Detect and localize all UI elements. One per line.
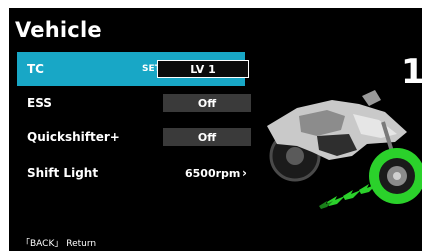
vehicle-settings-screen: Vehicle TC SET LV 1 ESS Off Quickshifter… <box>9 8 422 251</box>
quickshifter-value[interactable]: Off <box>163 128 251 146</box>
ess-value[interactable]: Off <box>163 94 251 112</box>
shift-light-value: 6500rpm <box>185 166 241 180</box>
chevron-right-icon: › <box>242 166 247 180</box>
menu-item-ess[interactable]: ESS Off <box>17 86 251 120</box>
menu-item-shift-light[interactable]: Shift Light 6500rpm › <box>17 156 247 190</box>
menu-item-label: ESS <box>27 96 52 110</box>
tc-level-value[interactable]: LV 1 <box>157 60 249 78</box>
back-return-hint: 「BACK」 Return <box>21 239 97 249</box>
menu-item-quickshifter[interactable]: Quickshifter+ Off <box>17 120 251 154</box>
motorcycle-traction-illustration <box>267 90 422 209</box>
menu-item-tc[interactable]: TC SET LV 1 <box>17 52 249 86</box>
menu-item-label: Shift Light <box>27 166 99 180</box>
menu-item-label: TC <box>27 62 44 76</box>
menu-item-label: Quickshifter+ <box>27 130 120 144</box>
screen-title: Vehicle <box>15 18 102 42</box>
